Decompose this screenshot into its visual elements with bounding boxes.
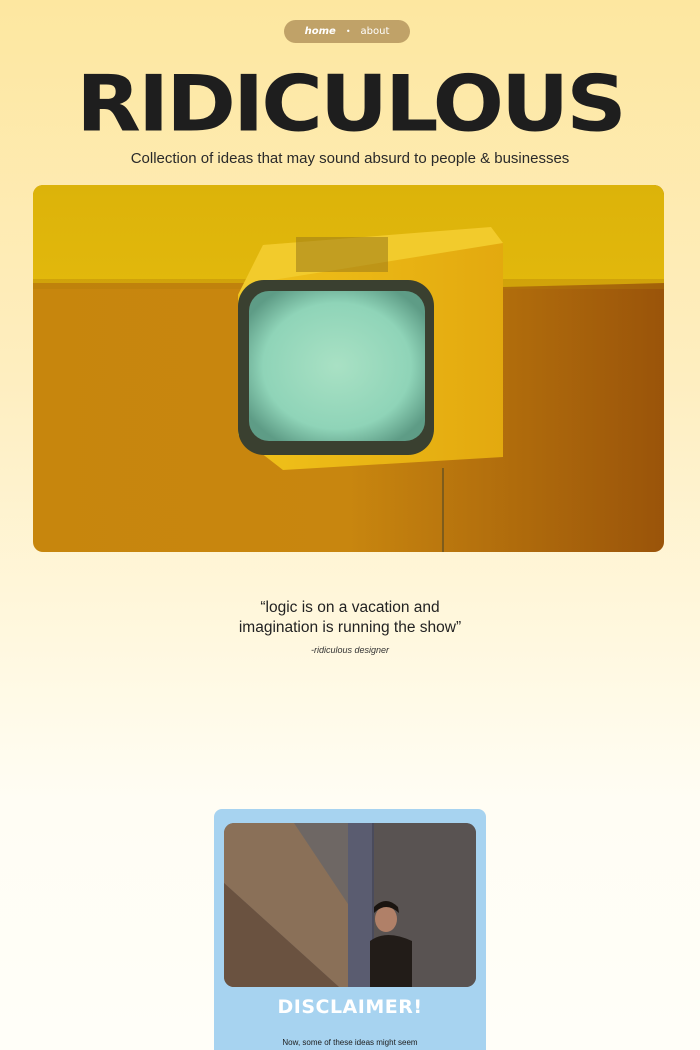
disclaimer-text: Now, some of these ideas might seem	[282, 1038, 418, 1047]
nav-separator: •	[345, 27, 351, 36]
quote-author: -ridiculous designer	[310, 645, 390, 655]
top-nav-pill: home • about	[284, 20, 410, 43]
quote-line-1: “logic is on a vacation and	[260, 599, 440, 616]
disclaimer-image	[224, 823, 476, 987]
retro-tv-photo	[33, 185, 664, 552]
quote-line-2: imagination is running the show”	[238, 619, 462, 636]
page-subtitle: Collection of ideas that may sound absur…	[130, 150, 570, 167]
nav-home-link[interactable]: home	[305, 26, 336, 37]
nav-about-link[interactable]: about	[361, 26, 390, 37]
disclaimer-heading: DISCLAIMER!	[277, 996, 423, 1018]
man-peeking-photo	[224, 823, 476, 987]
quote-text: “logic is on a vacation and imagination …	[0, 598, 700, 638]
hero-image	[33, 185, 664, 552]
page-title: RIDICULOUS	[76, 58, 626, 150]
